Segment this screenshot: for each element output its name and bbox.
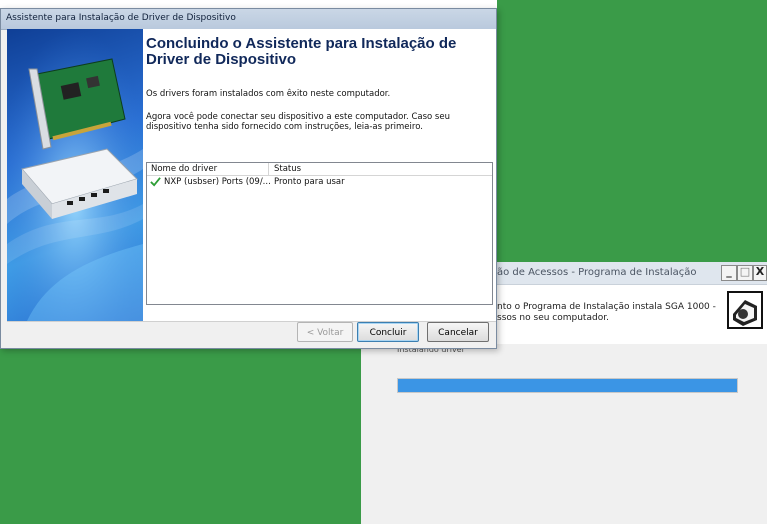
instructions-message: Agora você pode conectar seu dispositivo… [146,112,450,132]
desktop-green-area-top [497,0,767,262]
column-header-status[interactable]: Status [274,164,301,174]
wizard-side-banner [7,29,143,321]
success-message: Os drivers foram instalados com êxito ne… [146,89,391,99]
finish-button[interactable]: Concluir [357,322,419,342]
checkmark-icon [150,177,161,187]
footer-divider [7,321,496,322]
computer-installer-icon [727,291,763,329]
driver-name-cell: NXP (usbser) Ports (09/... [164,177,271,187]
column-header-driver-name[interactable]: Nome do driver [151,164,217,174]
installer-header: nto o Programa de Instalação instala SGA… [487,285,767,344]
cancel-button[interactable]: Cancelar [427,322,489,342]
network-card-illustration [7,29,143,321]
progress-fill [398,379,737,392]
installer-description: nto o Programa de Instalação instala SGA… [497,302,716,323]
minimize-button[interactable]: _ [721,265,737,281]
maximize-button[interactable]: □ [737,265,753,281]
installer-title: ão de Acessos - Programa de Instalação [497,267,697,278]
close-button[interactable]: X [753,265,767,281]
wizard-titlebar[interactable]: Assistente para Instalação de Driver de … [1,9,496,30]
back-button[interactable]: < Voltar [297,322,353,342]
installer-titlebar: ão de Acessos - Programa de Instalação _… [487,262,767,285]
installer-window: ão de Acessos - Programa de Instalação _… [487,262,767,344]
table-row[interactable]: NXP (usbser) Ports (09/... Pronto para u… [147,176,492,188]
driver-table-header: Nome do driver Status [147,163,492,176]
wizard-title: Assistente para Instalação de Driver de … [6,13,236,23]
driver-install-wizard-dialog: Assistente para Instalação de Driver de … [0,8,497,349]
column-divider[interactable] [268,163,269,175]
driver-list-table: Nome do driver Status NXP (usbser) Ports… [146,162,493,305]
driver-status-cell: Pronto para usar [274,177,345,187]
desktop-green-area-bottom [0,344,361,524]
installation-progress-bar [397,378,738,393]
installer-window-body [361,344,767,524]
wizard-heading: Concluindo o Assistente para Instalação … [146,35,457,68]
wizard-content: Concluindo o Assistente para Instalação … [143,29,496,321]
